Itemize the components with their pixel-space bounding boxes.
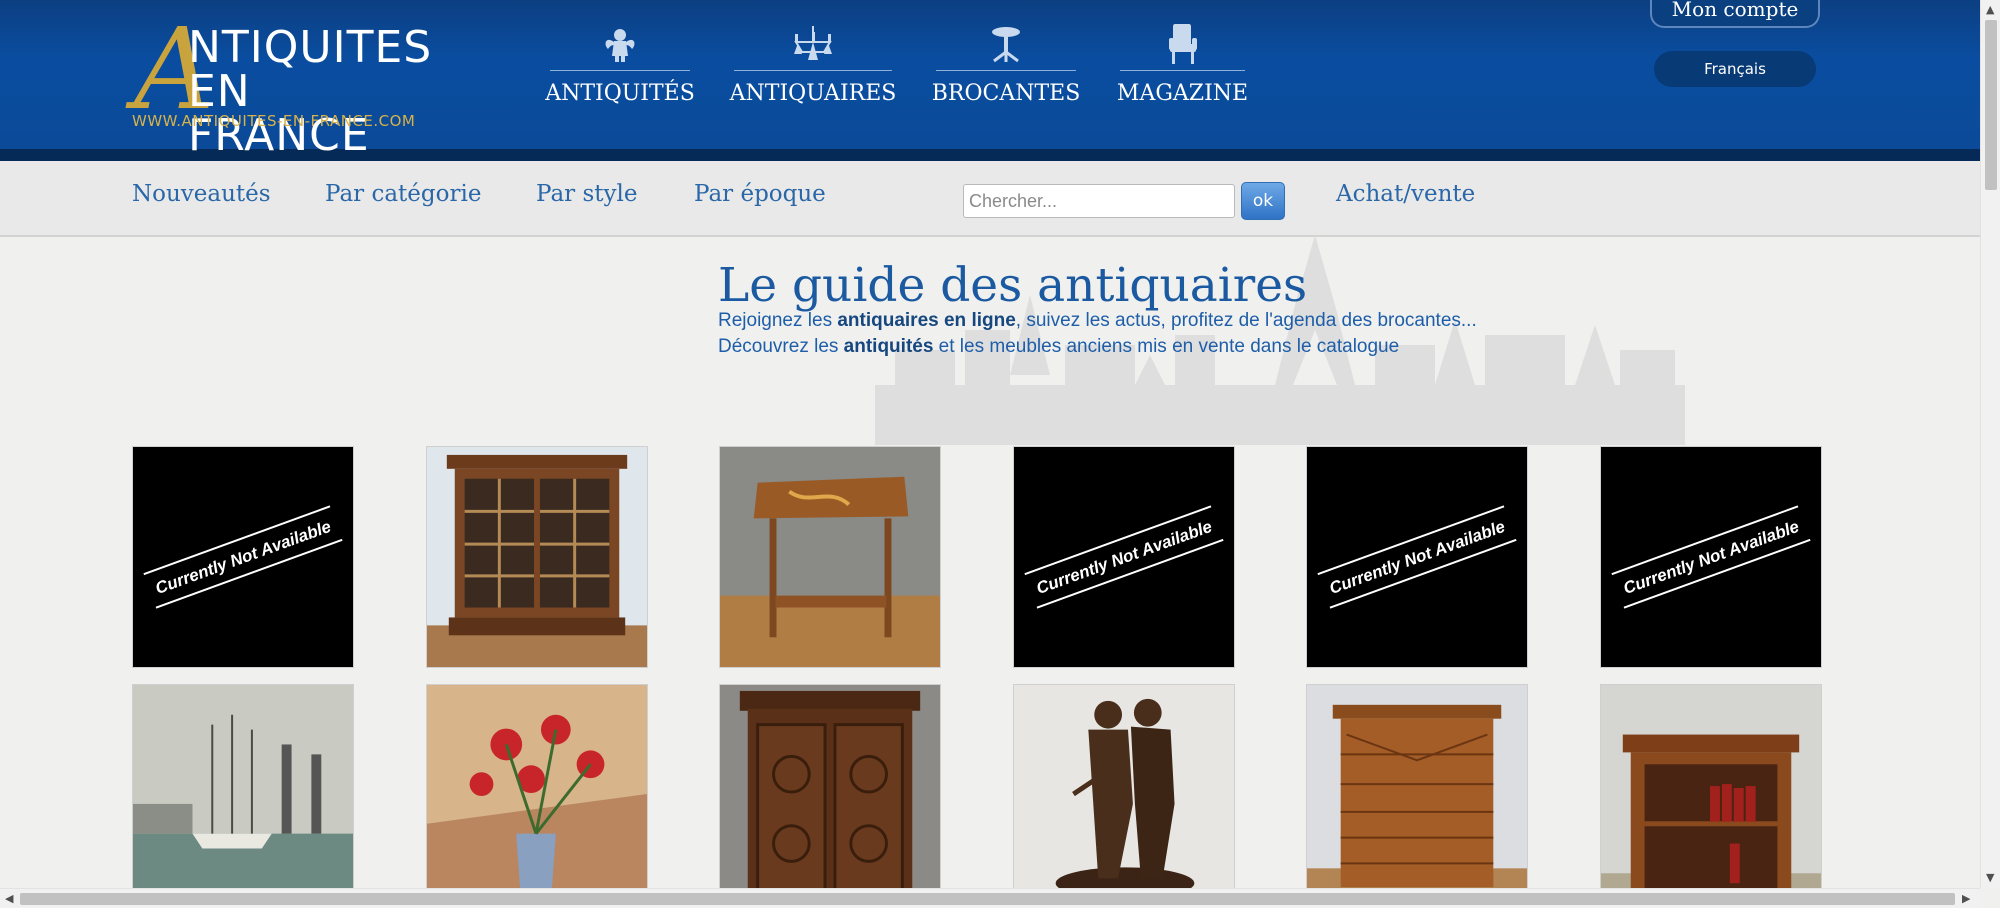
scroll-left-icon[interactable]: ◀ [5, 893, 13, 904]
product-thumbnail: Currently Not Available [1013, 447, 1234, 667]
nav-magazine[interactable]: MAGAZINE [1116, 22, 1249, 106]
vertical-scroll-thumb[interactable] [1985, 20, 1997, 190]
product-tile-bookcase[interactable] [425, 446, 648, 668]
product-thumbnail [720, 685, 940, 905]
logo-url: WWW.ANTIQUITES-EN-FRANCE.COM [132, 112, 416, 130]
product-tile-unavailable[interactable]: Currently Not Available [1599, 446, 1822, 668]
product-thumbnail [426, 447, 647, 667]
link-antiquites[interactable]: antiquités [844, 336, 934, 357]
product-thumbnail [720, 447, 940, 667]
pedestal-table-icon [982, 22, 1030, 66]
language-selector[interactable]: Français [1654, 51, 1816, 87]
armchair-icon [1159, 22, 1207, 66]
product-tile-unavailable[interactable]: Currently Not Available [1012, 446, 1235, 668]
link-antiquaires-en-ligne[interactable]: antiquaires en ligne [837, 310, 1015, 331]
product-thumbnail [1600, 685, 1821, 905]
nav-separator [936, 70, 1076, 71]
product-tile-unavailable[interactable]: Currently Not Available [132, 446, 354, 668]
product-thumbnail [133, 685, 353, 905]
product-thumbnail: Currently Not Available [1600, 447, 1821, 667]
nav-label: MAGAZINE [1116, 81, 1249, 106]
cherub-icon [596, 22, 644, 66]
horizontal-scrollbar[interactable]: ◀ ▶ [0, 888, 1980, 908]
link-achat-vente[interactable]: Achat/vente [1336, 181, 1475, 207]
horizontal-scroll-thumb[interactable] [20, 893, 1955, 905]
intro-text: Découvrez les [718, 336, 844, 357]
nav-separator [550, 70, 690, 71]
nav-antiquaires[interactable]: ANTIQUAIRES [730, 22, 896, 106]
product-grid: Currently Not Available Currently Not Av… [132, 446, 1822, 906]
product-thumbnail [1307, 685, 1527, 905]
product-tile-flowers-painting[interactable] [425, 684, 648, 906]
search-ok-button[interactable]: ok [1241, 182, 1285, 220]
scroll-right-icon[interactable]: ▶ [1962, 893, 1970, 904]
chandelier-icon [789, 22, 837, 66]
scroll-down-icon[interactable]: ▼ [1986, 872, 1994, 883]
nav-label: ANTIQUAIRES [729, 81, 897, 106]
main-nav: ANTIQUITÉS ANTIQUAIRES BROCANTES MAGAZIN… [545, 22, 1249, 106]
intro-text: , suivez les actus, profitez de l'agenda… [1015, 310, 1477, 331]
product-tile-chiffonier[interactable] [1306, 684, 1528, 906]
product-tile-small-bookcase[interactable] [1599, 684, 1822, 906]
product-thumbnail: Currently Not Available [1307, 447, 1527, 667]
intro-line-1: Rejoignez les antiquaires en ligne, suiv… [718, 310, 1477, 332]
page-title: Le guide des antiquaires [718, 258, 1308, 313]
nav-separator [1120, 70, 1245, 71]
my-account-button[interactable]: Mon compte [1650, 0, 1820, 28]
sub-nav: Nouveautés Par catégorie Par style Par é… [0, 161, 1980, 237]
search-input[interactable] [963, 184, 1235, 218]
product-thumbnail: Currently Not Available [133, 447, 353, 667]
nav-brocantes[interactable]: BROCANTES [932, 22, 1080, 106]
link-par-categorie[interactable]: Par catégorie [325, 181, 481, 207]
product-thumbnail [1013, 685, 1234, 905]
nav-separator [734, 70, 892, 71]
nav-label: ANTIQUITÉS [545, 81, 695, 106]
intro-text: et les meubles anciens mis en vente dans… [933, 336, 1400, 357]
intro-line-2: Découvrez les antiquités et les meubles … [718, 336, 1399, 358]
logo-line-1: NTIQUITES [188, 22, 433, 73]
scroll-up-icon[interactable]: ▲ [1986, 4, 1994, 15]
product-tile-harbor-painting[interactable] [132, 684, 354, 906]
product-tile-unavailable[interactable]: Currently Not Available [1306, 446, 1528, 668]
link-par-style[interactable]: Par style [536, 181, 637, 207]
product-tile-side-table[interactable] [719, 446, 941, 668]
product-tile-carved-cabinet[interactable] [719, 684, 941, 906]
product-thumbnail [426, 685, 647, 905]
link-nouveautes[interactable]: Nouveautés [132, 181, 271, 207]
site-logo[interactable]: A NTIQUITES EN FRANCE WWW.ANTIQUITES-EN-… [130, 14, 440, 158]
link-par-epoque[interactable]: Par époque [694, 181, 826, 207]
site-header: A NTIQUITES EN FRANCE WWW.ANTIQUITES-EN-… [0, 0, 1980, 161]
product-tile-bronze-soldiers[interactable] [1012, 684, 1235, 906]
nav-label: BROCANTES [931, 81, 1081, 106]
nav-antiquites[interactable]: ANTIQUITÉS [545, 22, 695, 106]
vertical-scrollbar[interactable]: ▲ ▼ [1980, 0, 2000, 888]
intro-text: Rejoignez les [718, 310, 838, 331]
